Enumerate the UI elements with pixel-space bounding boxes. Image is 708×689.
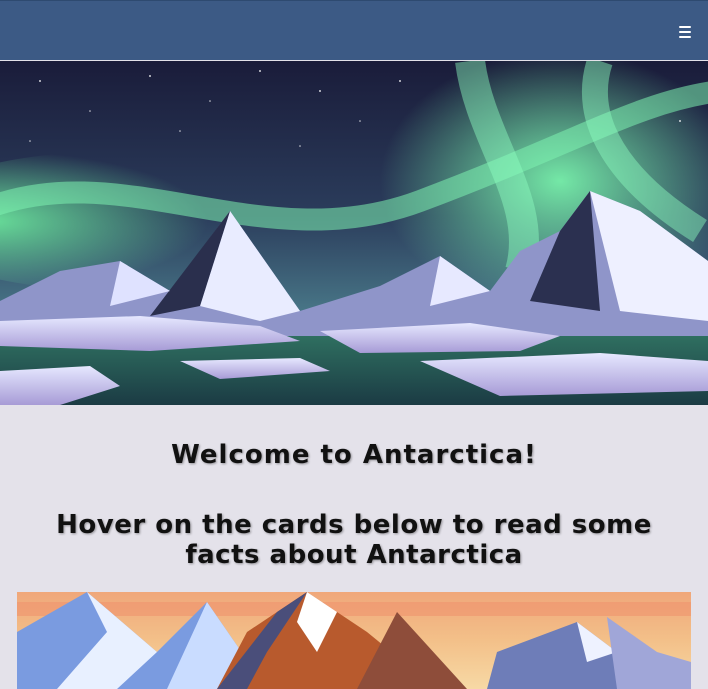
hero-image <box>0 61 708 405</box>
welcome-heading: Welcome to Antarctica! <box>171 440 537 470</box>
cards-instruction-text: Hover on the cards below to read some fa… <box>56 510 652 570</box>
hamburger-menu-icon[interactable] <box>679 26 691 38</box>
navbar <box>0 0 708 60</box>
fact-card[interactable] <box>17 592 691 689</box>
